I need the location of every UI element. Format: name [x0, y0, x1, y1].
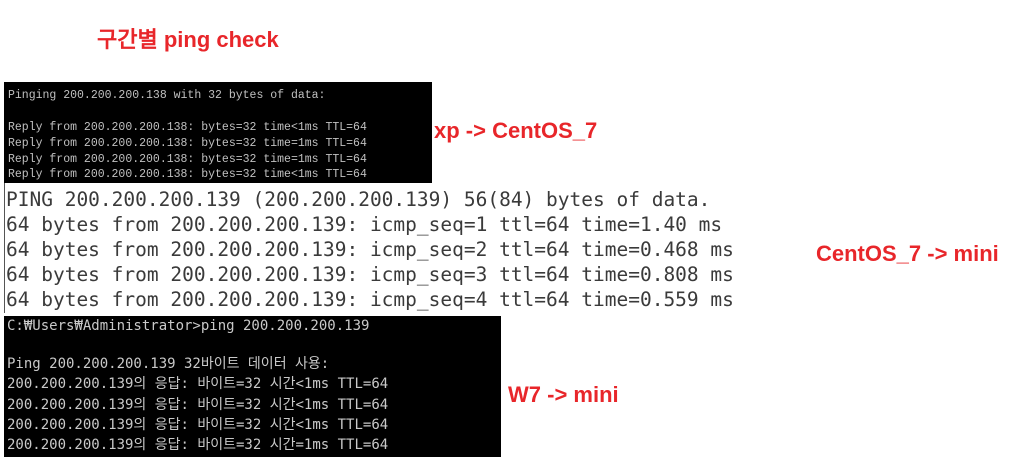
xp-console-header: Pinging 200.200.200.138 with 32 bytes of…	[8, 89, 326, 102]
w7-reply-line-3: 200.200.200.139의 응답: 바이트=32 시간<1ms TTL=6…	[7, 417, 389, 433]
w7-reply-line-4: 200.200.200.139의 응답: 바이트=32 시간=1ms TTL=6…	[7, 437, 389, 453]
label-centos-to-mini: CentOS_7 -> mini	[816, 241, 999, 266]
w7-console-window: C:₩Users₩Administrator>ping 200.200.200.…	[4, 316, 501, 457]
page-title: 구간별 ping check	[97, 27, 279, 52]
w7-reply-line-1: 200.200.200.139의 응답: 바이트=32 시간<1ms TTL=6…	[7, 376, 389, 392]
w7-reply-line-2: 200.200.200.139의 응답: 바이트=32 시간<1ms TTL=6…	[7, 397, 389, 413]
label-xp-to-centos: xp -> CentOS_7	[434, 118, 598, 143]
xp-reply-line-2: Reply from 200.200.200.138: bytes=32 tim…	[8, 137, 367, 150]
terminal-left-border	[4, 183, 5, 313]
w7-console-header: Ping 200.200.200.139 32바이트 데이터 사용:	[7, 356, 330, 372]
centos-reply-line-4: 64 bytes from 200.200.200.139: icmp_seq=…	[6, 288, 734, 311]
w7-command-line: C:₩Users₩Administrator>ping 200.200.200.…	[7, 318, 370, 334]
xp-reply-line-4: Reply from 200.200.200.138: bytes=32 tim…	[8, 168, 367, 181]
centos-terminal-header: PING 200.200.200.139 (200.200.200.139) 5…	[6, 188, 711, 211]
centos-reply-line-3: 64 bytes from 200.200.200.139: icmp_seq=…	[6, 263, 734, 286]
centos-terminal-window: PING 200.200.200.139 (200.200.200.139) 5…	[0, 183, 820, 313]
label-w7-to-mini: W7 -> mini	[508, 382, 619, 407]
centos-reply-line-2: 64 bytes from 200.200.200.139: icmp_seq=…	[6, 238, 734, 261]
xp-reply-line-1: Reply from 200.200.200.138: bytes=32 tim…	[8, 121, 367, 134]
centos-reply-line-1: 64 bytes from 200.200.200.139: icmp_seq=…	[6, 213, 723, 236]
xp-console-window: Pinging 200.200.200.138 with 32 bytes of…	[4, 82, 432, 183]
xp-reply-line-3: Reply from 200.200.200.138: bytes=32 tim…	[8, 153, 367, 166]
